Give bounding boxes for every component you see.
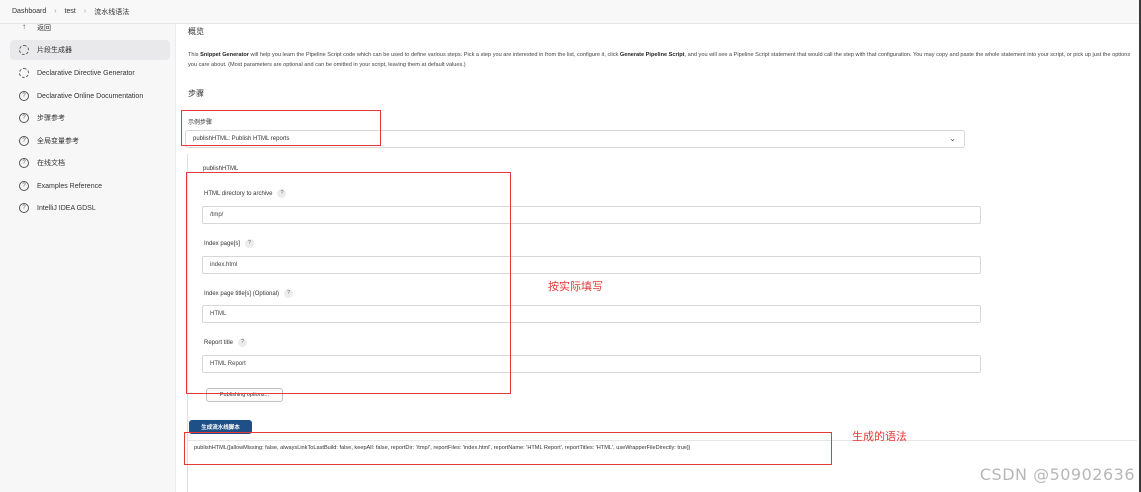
sidebar-item-label: 在线文档 [37, 160, 65, 167]
chevron-down-icon: ⌄ [949, 134, 956, 143]
sidebar-item-label: 步骤参考 [37, 115, 65, 122]
sidebar-item-examples-reference[interactable]: ? Examples Reference [10, 176, 170, 196]
help-icon: ? [19, 136, 29, 146]
annotation-box-fields [186, 172, 511, 394]
breadcrumb-separator-icon: › [54, 8, 57, 15]
sidebar-item-label: Declarative Directive Generator [37, 69, 135, 77]
sidebar-item-label: 全局变量参考 [37, 138, 79, 145]
annotation-note-syntax: 生成的语法 [852, 431, 907, 443]
arrow-up-icon: ↑ [22, 22, 26, 31]
annotation-box-sample-step [181, 110, 381, 146]
help-icon: ? [19, 158, 29, 168]
help-icon: ? [19, 113, 29, 123]
sidebar-item-declarative-directive-generator[interactable]: Declarative Directive Generator [10, 63, 170, 83]
watermark: CSDN @50902636 [979, 465, 1135, 484]
description-bold: Generate Pipeline Script [619, 52, 685, 58]
description-text: This [188, 52, 201, 58]
description-text: will help you learn the Pipeline Script … [248, 52, 620, 58]
sidebar-item-label: Examples Reference [37, 182, 102, 190]
help-icon: ? [19, 203, 29, 213]
breadcrumb-separator-icon: › [83, 8, 87, 15]
gear-icon [19, 45, 29, 55]
help-icon: ? [19, 91, 29, 101]
sidebar-item-label: 片段生成器 [37, 47, 72, 54]
description-bold: Snippet Generator [200, 52, 249, 58]
sidebar-item-online-docs[interactable]: ? 在线文档 [10, 153, 170, 173]
sidebar-item-intellij-gdsl[interactable]: ? IntelliJ IDEA GDSL [10, 198, 170, 218]
breadcrumb: Dashboard › test › 流水线语法 [0, 0, 1139, 24]
sidebar-item-label: IntelliJ IDEA GDSL [37, 204, 96, 212]
sidebar-item-back[interactable]: ↑ 返回 [10, 18, 170, 38]
sidebar-item-global-variables[interactable]: ? 全局变量参考 [10, 131, 170, 151]
annotation-note-fill: 按实际填写 [548, 281, 603, 293]
help-icon: ? [19, 181, 29, 191]
breadcrumb-dashboard[interactable]: Dashboard [12, 8, 46, 15]
screenshot-frame: Dashboard › test › 流水线语法 ↑ 返回 片段生成器 Decl… [0, 0, 1141, 492]
sidebar-item-declarative-online-docs[interactable]: ? Declarative Online Documentation [10, 86, 170, 106]
sidebar-item-label: Declarative Online Documentation [37, 92, 144, 100]
breadcrumb-test[interactable]: test [65, 8, 76, 15]
snippet-description: This Snippet Generator will help you lea… [188, 50, 1138, 70]
steps-title: 步骤 [188, 89, 204, 98]
sidebar: ↑ 返回 片段生成器 Declarative Directive Generat… [0, 23, 176, 492]
sidebar-item-label: 返回 [37, 25, 51, 32]
overview-title: 概览 [188, 27, 204, 36]
annotation-box-generated-syntax [184, 432, 832, 465]
breadcrumb-pipeline-syntax[interactable]: 流水线语法 [94, 7, 129, 17]
sidebar-item-snippet-generator[interactable]: 片段生成器 [10, 40, 170, 60]
sidebar-item-steps-reference[interactable]: ? 步骤参考 [10, 108, 170, 128]
gear-icon [19, 68, 29, 78]
